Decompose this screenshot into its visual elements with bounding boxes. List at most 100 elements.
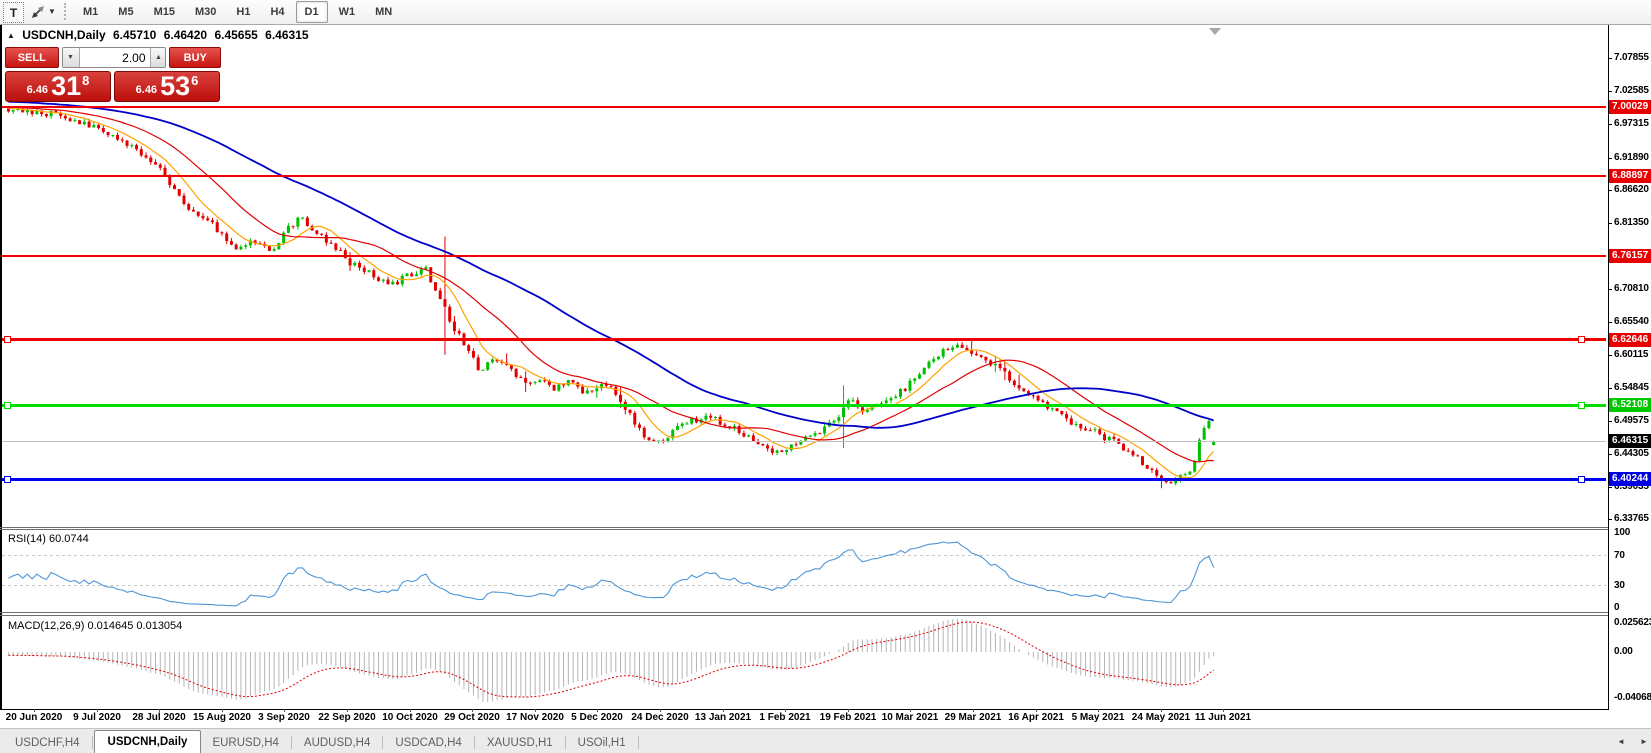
volume-input[interactable] bbox=[80, 48, 150, 67]
price-tick-mark bbox=[1608, 322, 1612, 323]
date-tick-mark bbox=[785, 709, 786, 712]
macd-chart-canvas[interactable] bbox=[2, 616, 1606, 709]
tab-USDCHF,H4[interactable]: USDCHF,H4 bbox=[4, 732, 91, 753]
tab-XAUUSD,H1[interactable]: XAUUSD,H1 bbox=[476, 732, 564, 753]
price-tick-mark bbox=[1608, 58, 1612, 59]
date-tick-mark bbox=[597, 709, 598, 712]
hline-6.76157[interactable] bbox=[2, 255, 1606, 257]
date-axis-label: 1 Feb 2021 bbox=[759, 712, 810, 723]
one-click-toggle-icon[interactable]: ▲ bbox=[7, 31, 15, 40]
timeframe-MN[interactable]: MN bbox=[366, 1, 401, 23]
date-tick-mark bbox=[660, 709, 661, 712]
date-tick-mark bbox=[1161, 709, 1162, 712]
date-axis-label: 13 Jan 2021 bbox=[695, 712, 751, 723]
price-axis-label: 6.70810 bbox=[1614, 283, 1649, 295]
chart-tab-bar: USDCHF,H4USDCNH,DailyEURUSD,H4AUDUSD,H4U… bbox=[0, 728, 1651, 753]
tab-divider bbox=[92, 736, 93, 749]
chart-left-border bbox=[0, 25, 2, 710]
date-tick-mark bbox=[1223, 709, 1224, 712]
date-tick-mark bbox=[973, 709, 974, 712]
price-axis-label: 6.97315 bbox=[1614, 118, 1649, 130]
sell-price-button[interactable]: 6.46 31 8 bbox=[5, 71, 111, 102]
timeframe-M30[interactable]: M30 bbox=[186, 1, 225, 23]
price-axis-label: 6.81350 bbox=[1614, 217, 1649, 229]
date-axis-label: 5 May 2021 bbox=[1072, 712, 1125, 723]
date-axis-label: 3 Sep 2020 bbox=[258, 712, 310, 723]
price-tick-mark bbox=[1608, 190, 1612, 191]
price-axis-label: 6.49575 bbox=[1614, 415, 1649, 427]
price-axis-label: 6.60115 bbox=[1614, 349, 1648, 361]
date-tick-mark bbox=[910, 709, 911, 712]
hline-7.00029[interactable] bbox=[2, 106, 1606, 108]
rsi-axis-label: 0 bbox=[1614, 602, 1619, 614]
timeframe-H1[interactable]: H1 bbox=[227, 1, 259, 23]
price-chart-canvas[interactable] bbox=[2, 25, 1606, 527]
price-tick-mark bbox=[1608, 223, 1612, 224]
tab-divider bbox=[291, 736, 292, 749]
trading-terminal: T ▼ M1M5M15M30H1H4D1W1MN ▲ USDCNH,Daily … bbox=[0, 0, 1651, 753]
timeframe-M15[interactable]: M15 bbox=[145, 1, 184, 23]
date-axis-label: 24 Dec 2020 bbox=[631, 712, 688, 723]
rsi-axis-label: 100 bbox=[1614, 527, 1630, 539]
text-tool-button[interactable]: T bbox=[3, 2, 24, 23]
volume-increase-button[interactable]: ▲ bbox=[150, 48, 167, 67]
tab-EURUSD,H4[interactable]: EURUSD,H4 bbox=[201, 732, 289, 753]
tab-USOil,H1[interactable]: USOil,H1 bbox=[567, 732, 637, 753]
timeframe-D1[interactable]: D1 bbox=[296, 1, 328, 23]
rsi-chart-canvas[interactable] bbox=[2, 530, 1606, 611]
price-axis-label: 6.33765 bbox=[1614, 513, 1649, 525]
price-tick-mark bbox=[1608, 454, 1612, 455]
timeframe-M5[interactable]: M5 bbox=[109, 1, 142, 23]
hline-6.46315[interactable] bbox=[2, 441, 1606, 442]
toolbar: T ▼ M1M5M15M30H1H4D1W1MN bbox=[0, 0, 1651, 25]
tab-USDCNH,Daily[interactable]: USDCNH,Daily bbox=[94, 730, 202, 753]
timeframe-H4[interactable]: H4 bbox=[261, 1, 293, 23]
tab-scroll-right-icon[interactable]: ► bbox=[1640, 737, 1648, 747]
toolbar-separator bbox=[64, 3, 66, 20]
price-tick-mark bbox=[1608, 421, 1612, 422]
one-click-trading-panel: SELL ▼ ▲ BUY 6.46 31 8 6.46 53 6 bbox=[5, 47, 221, 102]
price-badge-6.40244: 6.40244 bbox=[1609, 472, 1651, 486]
timeframe-bar: M1M5M15M30H1H4D1W1MN bbox=[74, 1, 401, 23]
date-axis-label: 20 Jun 2020 bbox=[6, 712, 63, 723]
date-tick-mark bbox=[97, 709, 98, 712]
buy-price-button[interactable]: 6.46 53 6 bbox=[114, 71, 220, 102]
chart-shift-marker-icon[interactable] bbox=[1209, 28, 1221, 35]
sell-button[interactable]: SELL bbox=[5, 47, 59, 68]
date-tick-mark bbox=[222, 709, 223, 712]
buy-price-pips: 53 bbox=[160, 73, 190, 100]
macd-axis-label: 0.00 bbox=[1614, 646, 1633, 658]
date-tick-mark bbox=[1036, 709, 1037, 712]
ohlc-high: 6.46420 bbox=[164, 28, 207, 42]
timeframe-M1[interactable]: M1 bbox=[74, 1, 107, 23]
timeframe-W1[interactable]: W1 bbox=[330, 1, 365, 23]
line-handle[interactable] bbox=[4, 476, 11, 483]
tab-USDCAD,H4[interactable]: USDCAD,H4 bbox=[384, 732, 472, 753]
volume-stepper: ▼ ▲ bbox=[62, 47, 167, 68]
hline-6.88897[interactable] bbox=[2, 175, 1606, 177]
date-axis-label: 10 Mar 2021 bbox=[882, 712, 939, 723]
cursor-tool-button[interactable]: ▼ bbox=[27, 2, 59, 21]
cursor-arrows-icon bbox=[30, 4, 46, 20]
ohlc-close: 6.46315 bbox=[265, 28, 308, 42]
tab-AUDUSD,H4[interactable]: AUDUSD,H4 bbox=[293, 732, 381, 753]
panel-separator bbox=[0, 527, 1608, 528]
price-tick-mark bbox=[1608, 91, 1612, 92]
line-handle[interactable] bbox=[4, 336, 11, 343]
date-tick-mark bbox=[159, 709, 160, 712]
tab-divider bbox=[565, 736, 566, 749]
line-handle[interactable] bbox=[4, 402, 11, 409]
volume-decrease-button[interactable]: ▼ bbox=[63, 48, 80, 67]
buy-button[interactable]: BUY bbox=[169, 47, 221, 68]
hline-6.62646[interactable] bbox=[2, 338, 1606, 341]
date-tick-mark bbox=[284, 709, 285, 712]
buy-price-point: 6 bbox=[191, 73, 198, 88]
price-axis-label: 6.86620 bbox=[1614, 184, 1649, 196]
line-handle[interactable] bbox=[1578, 476, 1585, 483]
hline-6.52108[interactable] bbox=[2, 404, 1606, 407]
line-handle[interactable] bbox=[1578, 402, 1585, 409]
hline-6.40244[interactable] bbox=[2, 478, 1606, 481]
line-handle[interactable] bbox=[1578, 336, 1585, 343]
price-axis-label: 6.65540 bbox=[1614, 316, 1649, 328]
tab-scroll-left-icon[interactable]: ◄ bbox=[1617, 737, 1625, 747]
